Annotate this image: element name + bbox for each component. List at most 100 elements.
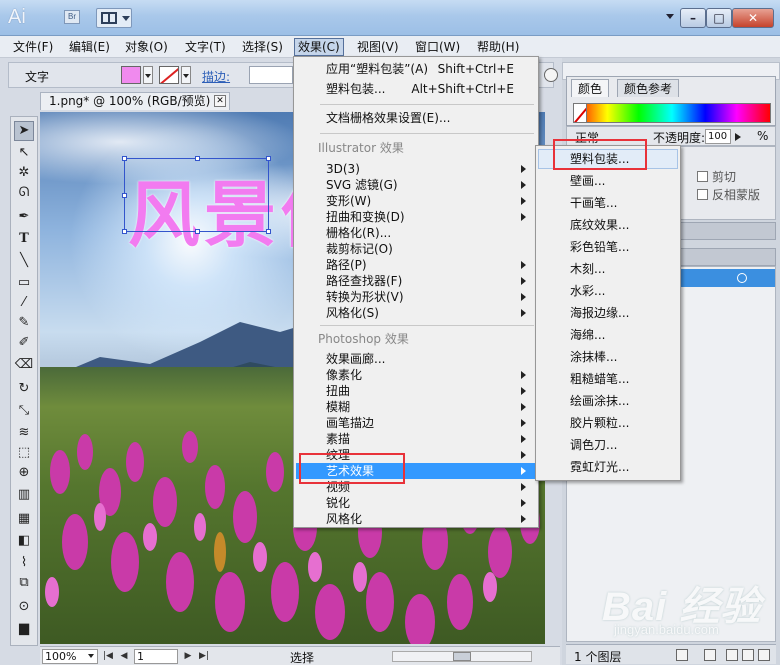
- none-color-swatch[interactable]: [573, 103, 587, 123]
- minimize-button[interactable]: –: [680, 8, 706, 28]
- submenu-item-watercolor[interactable]: 水彩...: [538, 281, 678, 301]
- fill-dropdown-button[interactable]: [143, 66, 153, 84]
- resize-handle[interactable]: [122, 156, 127, 161]
- menu-edit[interactable]: 编辑(E): [66, 38, 113, 56]
- stroke-dropdown-button[interactable]: [181, 66, 191, 84]
- pen-tool-icon[interactable]: ✒: [14, 207, 34, 227]
- menu-view[interactable]: 视图(V): [354, 38, 402, 56]
- resize-handle[interactable]: [266, 156, 271, 161]
- blend-tool-icon[interactable]: ⧉: [14, 573, 34, 593]
- eraser-tool-icon[interactable]: ⌫: [14, 355, 34, 375]
- resize-handle[interactable]: [195, 229, 200, 234]
- stroke-weight-link[interactable]: 描边:: [202, 68, 230, 85]
- rectangle-tool-icon[interactable]: ▭: [14, 273, 34, 293]
- control-bar-options-icon[interactable]: [544, 68, 558, 82]
- gradient-tool-icon[interactable]: ◧: [14, 531, 34, 551]
- menu-item-rasterize[interactable]: 栅格化(R)...: [296, 225, 536, 241]
- paintbrush-tool-icon[interactable]: ⁄: [14, 293, 34, 313]
- menu-item-svg-filters[interactable]: SVG 滤镜(G): [296, 177, 536, 193]
- resize-handle[interactable]: [195, 156, 200, 161]
- menu-item-crop-marks[interactable]: 裁剪标记(O): [296, 241, 536, 257]
- tab-color[interactable]: 颜色: [571, 79, 610, 97]
- warp-tool-icon[interactable]: ≋: [14, 423, 34, 443]
- submenu-item-palette-knife[interactable]: 调色刀...: [538, 435, 678, 455]
- selection-tool-icon[interactable]: ➤: [14, 121, 34, 141]
- bridge-button[interactable]: Br: [64, 10, 80, 24]
- menu-item-stylize-ai[interactable]: 风格化(S): [296, 305, 536, 321]
- lasso-tool-icon[interactable]: ᘏ: [14, 183, 34, 203]
- clip-checkbox[interactable]: [697, 171, 708, 182]
- apply-last-effect-item[interactable]: 应用“塑料包装”(A) Shift+Ctrl+E: [296, 61, 536, 77]
- chevron-right-icon[interactable]: [735, 133, 745, 141]
- selection-bounding-box[interactable]: [122, 156, 271, 234]
- submenu-item-smudge-stick[interactable]: 涂抹棒...: [538, 347, 678, 367]
- submenu-item-fresco[interactable]: 壁画...: [538, 171, 678, 191]
- submenu-item-film-grain[interactable]: 胶片颗粒...: [538, 413, 678, 433]
- menu-item-stylize-ps[interactable]: 风格化: [296, 511, 536, 527]
- menu-item-convert-to-shape[interactable]: 转换为形状(V): [296, 289, 536, 305]
- trash-icon[interactable]: [758, 649, 770, 661]
- menu-type[interactable]: 文字(T): [182, 38, 229, 56]
- pencil-tool-icon[interactable]: ✎: [14, 313, 34, 333]
- close-tab-icon[interactable]: ✕: [214, 95, 226, 107]
- last-effect-item[interactable]: 塑料包装... Alt+Shift+Ctrl+E: [296, 81, 536, 97]
- graph-tool-icon[interactable]: ▥: [14, 485, 34, 505]
- horizontal-scrollbar[interactable]: [392, 651, 532, 662]
- submenu-item-sponge[interactable]: 海绵...: [538, 325, 678, 345]
- menu-help[interactable]: 帮助(H): [474, 38, 522, 56]
- status-tool-label[interactable]: 选择: [290, 649, 314, 665]
- scrollbar-thumb[interactable]: [453, 652, 471, 661]
- clipping-mask-icon[interactable]: [704, 649, 716, 661]
- submenu-item-colored-pencil[interactable]: 彩色铅笔...: [538, 237, 678, 257]
- menu-select[interactable]: 选择(S): [239, 38, 286, 56]
- line-tool-icon[interactable]: ╲: [14, 251, 34, 271]
- menu-item-blur[interactable]: 模糊: [296, 399, 536, 415]
- resize-handle[interactable]: [122, 229, 127, 234]
- menu-item-sharpen[interactable]: 锐化: [296, 495, 536, 511]
- menu-item-distort[interactable]: 扭曲: [296, 383, 536, 399]
- type-tool-icon[interactable]: T: [14, 229, 34, 249]
- submenu-item-neon-glow[interactable]: 霓虹灯光...: [538, 457, 678, 477]
- direct-selection-tool-icon[interactable]: ↖: [14, 143, 34, 163]
- next-artboard-icon[interactable]: ▶: [182, 650, 194, 663]
- blob-brush-tool-icon[interactable]: ✐: [14, 333, 34, 353]
- menu-file[interactable]: 文件(F): [10, 38, 56, 56]
- stroke-weight-field[interactable]: [249, 66, 293, 84]
- prev-artboard-icon[interactable]: ◀: [118, 650, 130, 663]
- opacity-field[interactable]: 100: [705, 129, 731, 144]
- document-raster-settings-item[interactable]: 文档栅格效果设置(E)...: [296, 110, 536, 126]
- magic-wand-tool-icon[interactable]: ✲: [14, 163, 34, 183]
- locate-object-icon[interactable]: [676, 649, 688, 661]
- menu-item-brush-strokes[interactable]: 画笔描边: [296, 415, 536, 431]
- rotate-tool-icon[interactable]: ↻: [14, 379, 34, 399]
- tab-color-guide[interactable]: 颜色参考: [617, 79, 680, 97]
- symbol-sprayer-tool-icon[interactable]: ⊙: [14, 597, 34, 617]
- menu-item-path[interactable]: 路径(P): [296, 257, 536, 273]
- submenu-item-underpainting[interactable]: 底纹效果...: [538, 215, 678, 235]
- mesh-tool-icon[interactable]: ▦: [14, 509, 34, 529]
- column-graph-tool-icon[interactable]: ▆: [14, 619, 34, 639]
- menu-item-effect-gallery[interactable]: 效果画廊...: [296, 351, 536, 367]
- last-artboard-icon[interactable]: ▶|: [198, 650, 210, 663]
- color-spectrum[interactable]: [573, 103, 771, 123]
- menu-object[interactable]: 对象(O): [122, 38, 171, 56]
- menu-item-sketch[interactable]: 素描: [296, 431, 536, 447]
- workspace-menu-caret-icon[interactable]: [666, 14, 674, 23]
- eyedropper-tool-icon[interactable]: ⌇: [14, 553, 34, 573]
- invert-mask-checkbox[interactable]: [697, 189, 708, 200]
- fill-color-swatch[interactable]: [121, 66, 141, 84]
- shape-builder-tool-icon[interactable]: ⊕: [14, 463, 34, 483]
- document-tab[interactable]: 1.png* @ 100% (RGB/预览) ✕: [40, 92, 230, 110]
- menu-item-distort-transform[interactable]: 扭曲和变换(D): [296, 209, 536, 225]
- stroke-color-swatch[interactable]: [159, 66, 179, 84]
- menu-item-3d[interactable]: 3D(3): [296, 161, 536, 177]
- chevron-down-icon[interactable]: [88, 654, 94, 661]
- new-sublayer-icon[interactable]: [726, 649, 738, 661]
- submenu-item-rough-pastels[interactable]: 粗糙蜡笔...: [538, 369, 678, 389]
- menu-item-pixelate[interactable]: 像素化: [296, 367, 536, 383]
- menu-window[interactable]: 窗口(W): [412, 38, 463, 56]
- artboard-number-field[interactable]: 1: [134, 649, 178, 664]
- menu-item-warp[interactable]: 变形(W): [296, 193, 536, 209]
- menu-effect[interactable]: 效果(C): [294, 38, 344, 56]
- new-layer-icon[interactable]: [742, 649, 754, 661]
